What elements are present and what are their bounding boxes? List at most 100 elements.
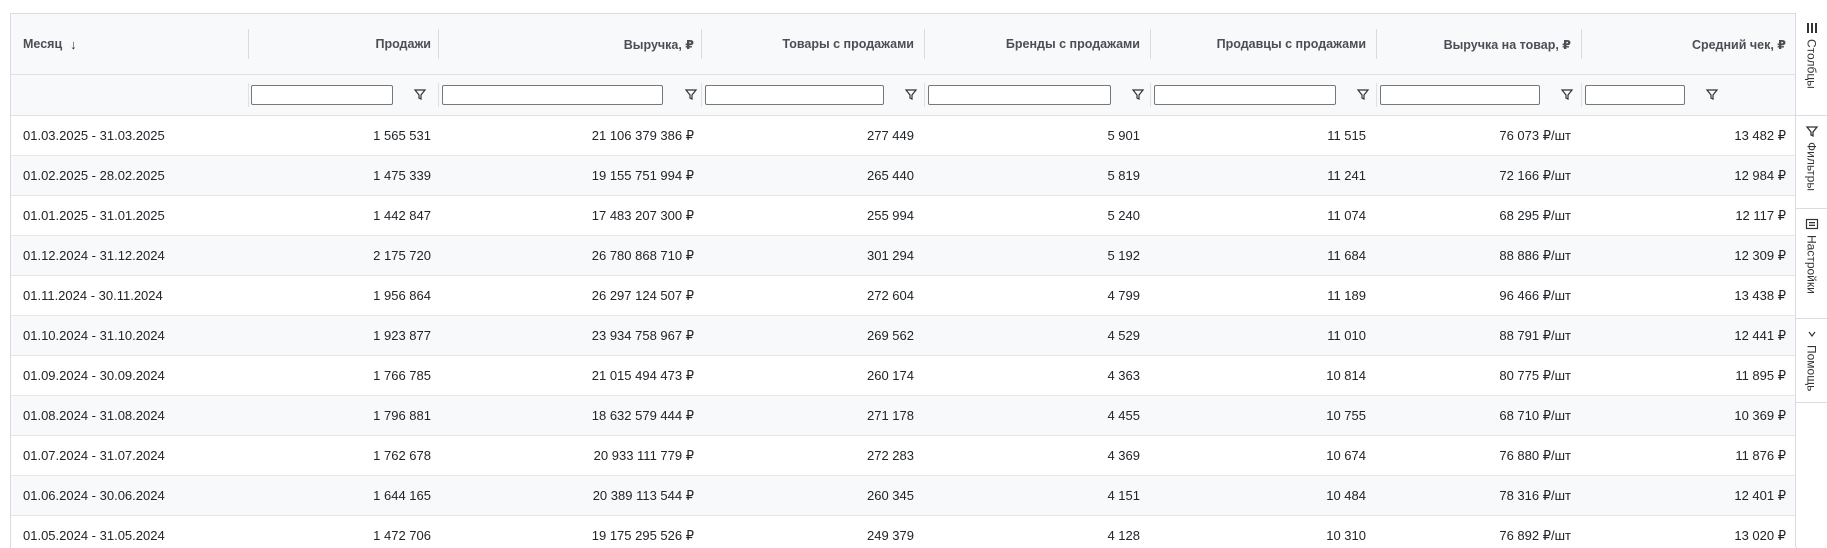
column-header-revenue[interactable]: Выручка, ₽ xyxy=(439,14,694,74)
cell-revenue: 20 933 111 779 ₽ xyxy=(593,448,694,463)
funnel-icon[interactable] xyxy=(413,87,427,101)
side-panel: Столбцы Фильтры Настройки Помощь xyxy=(1795,13,1827,547)
table-row[interactable]: 01.08.2024 - 31.08.2024 1 796 881 18 632 5… xyxy=(11,396,1796,436)
column-header-label: Выручка на товар, ₽ xyxy=(1443,37,1571,52)
cell-avg-check: 10 369 ₽ xyxy=(1734,408,1786,423)
side-tab-columns[interactable]: Столбцы xyxy=(1796,13,1827,116)
column-separator xyxy=(1150,83,1151,107)
column-header-label: Выручка, ₽ xyxy=(623,37,694,52)
column-header-sellers[interactable]: Продавцы с продажами xyxy=(1151,14,1366,74)
cell-sales: 1 923 877 xyxy=(373,328,431,343)
columns-icon xyxy=(1806,23,1817,33)
funnel-icon[interactable] xyxy=(1560,87,1574,101)
table-row[interactable]: 01.12.2024 - 31.12.2024 2 175 720 26 780 8… xyxy=(11,236,1796,276)
column-header-label: Продавцы с продажами xyxy=(1216,37,1366,51)
cell-avg-check: 12 441 ₽ xyxy=(1734,328,1786,343)
filter-input-sellers[interactable] xyxy=(1154,85,1336,105)
column-separator xyxy=(438,83,439,107)
column-header-month[interactable]: Месяц ↓ xyxy=(23,14,248,74)
table-row[interactable]: 01.02.2025 - 28.02.2025 1 475 339 19 155 7… xyxy=(11,156,1796,196)
cell-month: 01.06.2024 - 30.06.2024 xyxy=(23,488,165,503)
cell-sales: 2 175 720 xyxy=(373,248,431,263)
cell-brands: 5 192 xyxy=(1107,248,1140,263)
cell-month: 01.05.2024 - 31.05.2024 xyxy=(23,528,165,543)
filter-input-rev-per-item[interactable] xyxy=(1380,85,1540,105)
cell-rev-per-item: 80 775 ₽/шт xyxy=(1499,368,1571,383)
data-grid: Месяц ↓ Продажи Выручка, ₽ Товары с прод… xyxy=(10,13,1797,548)
cell-sales: 1 766 785 xyxy=(373,368,431,383)
cell-rev-per-item: 76 880 ₽/шт xyxy=(1499,448,1571,463)
column-header-sales[interactable]: Продажи xyxy=(249,14,431,74)
cell-products: 301 294 xyxy=(867,248,914,263)
cell-brands: 4 151 xyxy=(1107,488,1140,503)
column-header-label: Продажи xyxy=(375,37,431,51)
table-row[interactable]: 01.10.2024 - 31.10.2024 1 923 877 23 934 7… xyxy=(11,316,1796,356)
filter-icon xyxy=(1805,126,1818,138)
side-tab-settings[interactable]: Настройки xyxy=(1796,209,1827,319)
funnel-icon[interactable] xyxy=(904,87,918,101)
cell-brands: 4 363 xyxy=(1107,368,1140,383)
table-row[interactable]: 01.01.2025 - 31.01.2025 1 442 847 17 483 2… xyxy=(11,196,1796,236)
cell-month: 01.07.2024 - 31.07.2024 xyxy=(23,448,165,463)
side-tab-help[interactable]: Помощь xyxy=(1796,319,1827,403)
column-header-rev-per-item[interactable]: Выручка на товар, ₽ xyxy=(1377,14,1571,74)
filter-input-brands[interactable] xyxy=(928,85,1111,105)
funnel-icon[interactable] xyxy=(1705,87,1719,101)
funnel-icon[interactable] xyxy=(1356,87,1370,101)
cell-sales: 1 644 165 xyxy=(373,488,431,503)
cell-avg-check: 13 482 ₽ xyxy=(1734,128,1786,143)
cell-sales: 1 442 847 xyxy=(373,208,431,223)
arrow-down-icon: ↓ xyxy=(70,36,77,52)
funnel-icon[interactable] xyxy=(1131,87,1145,101)
cell-sellers: 11 684 xyxy=(1327,248,1366,263)
table-row[interactable]: 01.05.2024 - 31.05.2024 1 472 706 19 175 2… xyxy=(11,516,1796,548)
cell-avg-check: 12 984 ₽ xyxy=(1734,168,1786,183)
cell-brands: 4 455 xyxy=(1107,408,1140,423)
column-header-products[interactable]: Товары с продажами xyxy=(702,14,914,74)
table-row[interactable]: 01.11.2024 - 30.11.2024 1 956 864 26 297 1… xyxy=(11,276,1796,316)
cell-brands: 5 901 xyxy=(1107,128,1140,143)
cell-revenue: 26 297 124 507 ₽ xyxy=(591,288,694,303)
cell-products: 265 440 xyxy=(867,168,914,183)
cell-sellers: 11 010 xyxy=(1327,328,1366,343)
cell-rev-per-item: 72 166 ₽/шт xyxy=(1499,168,1571,183)
funnel-icon[interactable] xyxy=(684,87,698,101)
table-row[interactable]: 01.07.2024 - 31.07.2024 1 762 678 20 933 1… xyxy=(11,436,1796,476)
cell-brands: 4 128 xyxy=(1107,528,1140,543)
filter-input-revenue[interactable] xyxy=(442,85,663,105)
filter-input-products[interactable] xyxy=(705,85,884,105)
cell-revenue: 23 934 758 967 ₽ xyxy=(591,328,694,343)
cell-sales: 1 565 531 xyxy=(373,128,431,143)
cell-avg-check: 12 401 ₽ xyxy=(1734,488,1786,503)
side-tab-label: Настройки xyxy=(1804,235,1819,294)
filter-input-sales[interactable] xyxy=(251,85,393,105)
column-header-label: Бренды с продажами xyxy=(1005,37,1140,51)
column-header-label: Средний чек, ₽ xyxy=(1691,37,1786,52)
column-header-brands[interactable]: Бренды с продажами xyxy=(925,14,1140,74)
cell-month: 01.08.2024 - 31.08.2024 xyxy=(23,408,165,423)
cell-revenue: 21 015 494 473 ₽ xyxy=(591,368,694,383)
cell-avg-check: 13 438 ₽ xyxy=(1734,288,1786,303)
help-icon xyxy=(1808,331,1815,337)
column-header-avg-check[interactable]: Средний чек, ₽ xyxy=(1582,14,1786,74)
side-tab-filters[interactable]: Фильтры xyxy=(1796,116,1827,209)
grid-body: 01.03.2025 - 31.03.2025 1 565 531 21 106 3… xyxy=(11,116,1796,548)
filter-sellers xyxy=(1154,75,1370,115)
table-row[interactable]: 01.09.2024 - 30.09.2024 1 766 785 21 015 4… xyxy=(11,356,1796,396)
filter-sales xyxy=(251,75,427,115)
filter-input-avg-check[interactable] xyxy=(1585,85,1685,105)
filter-brands xyxy=(928,75,1145,115)
column-separator xyxy=(1581,83,1582,107)
cell-month: 01.11.2024 - 30.11.2024 xyxy=(23,288,163,303)
column-header-label: Месяц xyxy=(23,37,63,51)
cell-products: 272 283 xyxy=(867,448,914,463)
table-row[interactable]: 01.03.2025 - 31.03.2025 1 565 531 21 106 3… xyxy=(11,116,1796,156)
cell-sellers: 10 814 xyxy=(1326,368,1366,383)
column-separator xyxy=(248,83,249,107)
table-row[interactable]: 01.06.2024 - 30.06.2024 1 644 165 20 389 1… xyxy=(11,476,1796,516)
cell-avg-check: 11 895 ₽ xyxy=(1735,368,1786,383)
cell-avg-check: 11 876 ₽ xyxy=(1735,448,1786,463)
column-separator xyxy=(701,83,702,107)
filter-revenue xyxy=(442,75,698,115)
cell-rev-per-item: 68 710 ₽/шт xyxy=(1499,408,1571,423)
